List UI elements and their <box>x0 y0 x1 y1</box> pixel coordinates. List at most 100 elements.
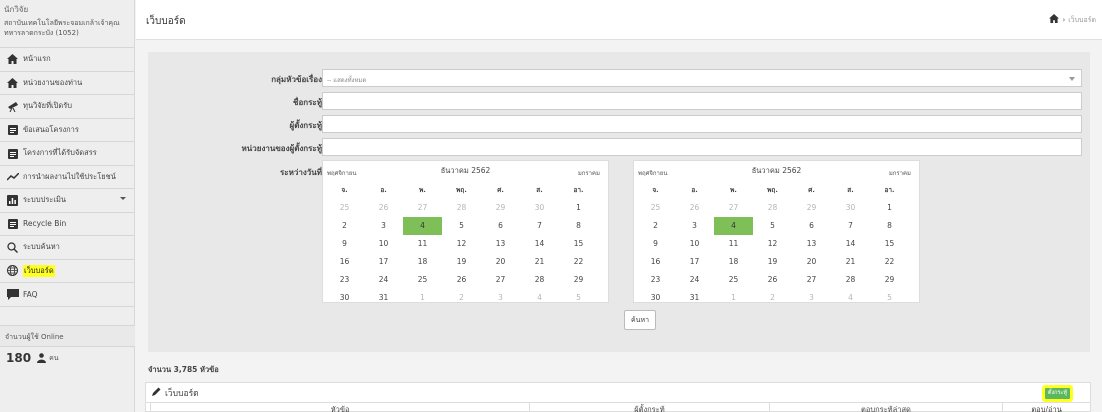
calendar-day[interactable]: 21 <box>831 253 870 271</box>
calendar-day[interactable]: 19 <box>753 253 792 271</box>
calendar-day[interactable]: 19 <box>442 253 481 271</box>
calendar-day[interactable]: 31 <box>675 289 714 307</box>
calendar-day[interactable]: 5 <box>559 289 598 307</box>
calendar-day[interactable]: 22 <box>559 253 598 271</box>
calendar-next-month[interactable]: มกราคม <box>578 168 600 178</box>
calendar-day[interactable]: 1 <box>559 199 598 217</box>
calendar-day[interactable]: 30 <box>636 289 675 307</box>
calendar-day[interactable]: 17 <box>364 253 403 271</box>
calendar-next-month[interactable]: มกราคม <box>889 168 911 178</box>
nav-item-faq[interactable]: FAQ <box>0 283 134 307</box>
calendar-day[interactable]: 10 <box>675 235 714 253</box>
author-unit-input[interactable] <box>322 138 1082 156</box>
calendar-day[interactable]: 23 <box>636 271 675 289</box>
calendar-day[interactable]: 10 <box>364 235 403 253</box>
calendar-day[interactable]: 13 <box>481 235 520 253</box>
nav-item-funded-projects[interactable]: โครงการที่ได้รับจัดสรร <box>0 142 134 166</box>
calendar-day[interactable]: 27 <box>403 199 442 217</box>
calendar-day[interactable]: 21 <box>520 253 559 271</box>
calendar-day[interactable]: 29 <box>870 271 909 289</box>
calendar-day[interactable]: 30 <box>520 199 559 217</box>
nav-item-my-unit[interactable]: หน่วยงานของท่าน <box>0 72 134 95</box>
calendar-day[interactable]: 29 <box>559 271 598 289</box>
calendar-day[interactable]: 25 <box>403 271 442 289</box>
calendar-day[interactable]: 20 <box>481 253 520 271</box>
calendar-day[interactable]: 15 <box>870 235 909 253</box>
calendar-day[interactable]: 18 <box>714 253 753 271</box>
calendar-day[interactable]: 31 <box>364 289 403 307</box>
calendar-day[interactable]: 9 <box>325 235 364 253</box>
calendar-day[interactable]: 6 <box>481 217 520 235</box>
calendar-day[interactable]: 11 <box>403 235 442 253</box>
calendar-day[interactable]: 29 <box>481 199 520 217</box>
calendar-day[interactable]: 1 <box>714 289 753 307</box>
calendar-day[interactable]: 8 <box>870 217 909 235</box>
nav-item-search[interactable]: ระบบค้นหา <box>0 236 134 260</box>
calendar-day[interactable]: 2 <box>753 289 792 307</box>
calendar-day[interactable]: 3 <box>481 289 520 307</box>
nav-item-webboard[interactable]: เว็บบอร์ด <box>0 260 134 283</box>
calendar-day[interactable]: 15 <box>559 235 598 253</box>
nav-item-evaluation[interactable]: ระบบประเมิน <box>0 189 134 213</box>
calendar-day[interactable]: 2 <box>636 217 675 235</box>
calendar-day[interactable]: 26 <box>753 271 792 289</box>
calendar-day[interactable]: 25 <box>325 199 364 217</box>
calendar-day[interactable]: 28 <box>520 271 559 289</box>
calendar-day[interactable]: 26 <box>364 199 403 217</box>
calendar-day[interactable]: 13 <box>792 235 831 253</box>
calendar-day[interactable]: 12 <box>753 235 792 253</box>
calendar-day[interactable]: 27 <box>481 271 520 289</box>
calendar-day[interactable]: 4 <box>403 217 442 235</box>
calendar-day[interactable]: 2 <box>442 289 481 307</box>
column-header-author[interactable]: ผู้ตั้งกระทู้ <box>529 403 768 412</box>
column-header-last-reply[interactable]: ตอบกระทู้ล่าสุด <box>768 403 1003 412</box>
calendar-day[interactable]: 30 <box>831 199 870 217</box>
search-button[interactable]: ค้นหา <box>624 310 656 330</box>
calendar-day[interactable]: 23 <box>325 271 364 289</box>
calendar-day[interactable]: 18 <box>403 253 442 271</box>
calendar-day[interactable]: 3 <box>675 217 714 235</box>
nav-item-recycle-bin[interactable]: Recycle Bin <box>0 213 134 236</box>
calendar-day[interactable]: 25 <box>714 271 753 289</box>
group-select[interactable]: -- แสดงทั้งหมด <box>322 69 1082 87</box>
calendar-day[interactable]: 30 <box>325 289 364 307</box>
nav-item-utilization[interactable]: การนำผลงานไปใช้ประโยชน์ <box>0 166 134 189</box>
nav-item-proposals[interactable]: ข้อเสนอโครงการ <box>0 119 134 142</box>
author-input[interactable] <box>322 115 1082 133</box>
calendar-day[interactable]: 9 <box>636 235 675 253</box>
calendar-day[interactable]: 29 <box>792 199 831 217</box>
calendar-day[interactable]: 2 <box>325 217 364 235</box>
calendar-day[interactable]: 26 <box>442 271 481 289</box>
calendar-day[interactable]: 17 <box>675 253 714 271</box>
calendar-day[interactable]: 8 <box>559 217 598 235</box>
calendar-day[interactable]: 3 <box>792 289 831 307</box>
calendar-day[interactable]: 24 <box>675 271 714 289</box>
column-header-topic[interactable]: หัวข้อ <box>150 403 529 412</box>
calendar-day[interactable]: 26 <box>675 199 714 217</box>
calendar-day[interactable]: 27 <box>792 271 831 289</box>
calendar-day[interactable]: 14 <box>831 235 870 253</box>
calendar-day[interactable]: 5 <box>753 217 792 235</box>
calendar-day[interactable]: 22 <box>870 253 909 271</box>
calendar-day[interactable]: 28 <box>442 199 481 217</box>
calendar-day[interactable]: 1 <box>870 199 909 217</box>
nav-item-open-grants[interactable]: ทุนวิจัยที่เปิดรับ <box>0 95 134 119</box>
column-header-replies-reads[interactable]: ตอบ/อ่าน <box>1002 403 1090 412</box>
calendar-day[interactable]: 11 <box>714 235 753 253</box>
calendar-day[interactable]: 12 <box>442 235 481 253</box>
calendar-day[interactable]: 7 <box>831 217 870 235</box>
calendar-day[interactable]: 27 <box>714 199 753 217</box>
calendar-day[interactable]: 4 <box>520 289 559 307</box>
nav-item-home[interactable]: หน้าแรก <box>0 48 134 72</box>
calendar-day[interactable]: 7 <box>520 217 559 235</box>
calendar-day[interactable]: 4 <box>714 217 753 235</box>
calendar-day[interactable]: 28 <box>753 199 792 217</box>
calendar-day[interactable]: 1 <box>403 289 442 307</box>
calendar-day[interactable]: 5 <box>442 217 481 235</box>
calendar-day[interactable]: 16 <box>325 253 364 271</box>
topic-name-input[interactable] <box>322 92 1082 110</box>
calendar-day[interactable]: 4 <box>831 289 870 307</box>
calendar-day[interactable]: 6 <box>792 217 831 235</box>
calendar-day[interactable]: 24 <box>364 271 403 289</box>
calendar-day[interactable]: 3 <box>364 217 403 235</box>
